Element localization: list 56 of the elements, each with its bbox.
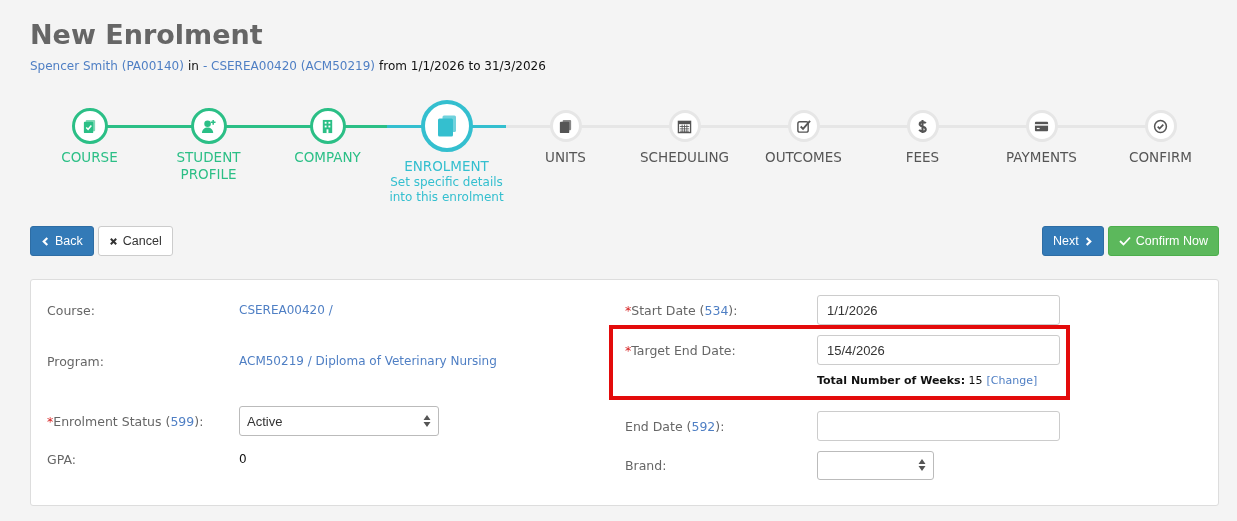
field-label: Program: [47, 353, 104, 369]
user-plus-icon [201, 118, 216, 134]
date-field[interactable]: 1/1/2026 [817, 295, 1060, 325]
subtitle-text: in [187, 58, 199, 74]
check-icon [1118, 236, 1131, 246]
field-value: 0 [239, 452, 247, 466]
step-label[interactable]: PAYMENTS [1006, 149, 1077, 166]
field-code-link[interactable]: 599 [170, 413, 195, 429]
field-label: ): [715, 418, 725, 434]
next-button[interactable]: Next [1042, 226, 1104, 256]
step-label[interactable]: UNITS [545, 149, 586, 166]
step-description: Set specific details into this enrolment [388, 175, 505, 205]
close-icon [108, 236, 118, 246]
field-label: Start Date ( [631, 302, 705, 318]
back-button[interactable]: Back [30, 226, 94, 256]
chevron-left-icon [41, 236, 50, 246]
required-mark: * [47, 413, 54, 429]
field-code-link[interactable]: 534 [704, 302, 729, 318]
required-mark: * [625, 302, 632, 318]
cancel-button[interactable]: Cancel [97, 226, 173, 256]
clipboard-check-icon [82, 118, 97, 134]
field-label: Enrolment Status ( [53, 413, 171, 429]
field-label: Brand: [625, 457, 667, 473]
step-label[interactable]: CONFIRM [1129, 149, 1192, 166]
field-label: ): [728, 302, 738, 318]
field-value-link[interactable]: ACM50219 / Diploma of Veterinary Nursing [239, 354, 497, 368]
copy-icon [558, 118, 573, 134]
chevron-right-icon [1083, 236, 1093, 246]
subtitle-link[interactable]: Spencer Smith (PA00140) [30, 58, 184, 74]
select-field[interactable] [817, 450, 934, 480]
field-code-link[interactable]: 592 [691, 418, 716, 434]
weeks-note: Total Number of Weeks: 15 [817, 374, 983, 387]
field-label: Course: [47, 302, 95, 318]
field-label: ): [194, 413, 204, 429]
date-field[interactable]: 15/4/2026 [817, 335, 1060, 365]
confirm-button[interactable]: Confirm Now [1107, 226, 1219, 256]
check-circle-icon [1153, 118, 1168, 134]
calendar-icon [677, 118, 692, 134]
building-icon [320, 118, 335, 134]
page-title: New Enrolment [30, 18, 264, 52]
required-mark: * [625, 342, 632, 358]
field-label: GPA: [47, 451, 76, 467]
step-label[interactable]: OUTCOMES [765, 149, 842, 166]
field-label: Target End Date: [631, 342, 736, 358]
select-arrows-icon [918, 458, 926, 472]
step-label[interactable]: SCHEDULING [640, 149, 729, 166]
checkbox-icon [796, 118, 811, 134]
select-field[interactable]: Active [239, 406, 439, 436]
subtitle-text: from 1/1/2026 to 31/3/2026 [379, 58, 546, 74]
step-label[interactable]: FEES [905, 149, 940, 166]
field-label: End Date ( [625, 418, 692, 434]
subtitle-link[interactable]: - CSEREA00420 (ACM50219) [202, 58, 375, 74]
change-link[interactable]: [Change] [986, 374, 1038, 387]
select-arrows-icon [423, 414, 431, 428]
field-value-link[interactable]: CSEREA00420 / [239, 303, 333, 317]
date-field[interactable] [817, 411, 1060, 441]
